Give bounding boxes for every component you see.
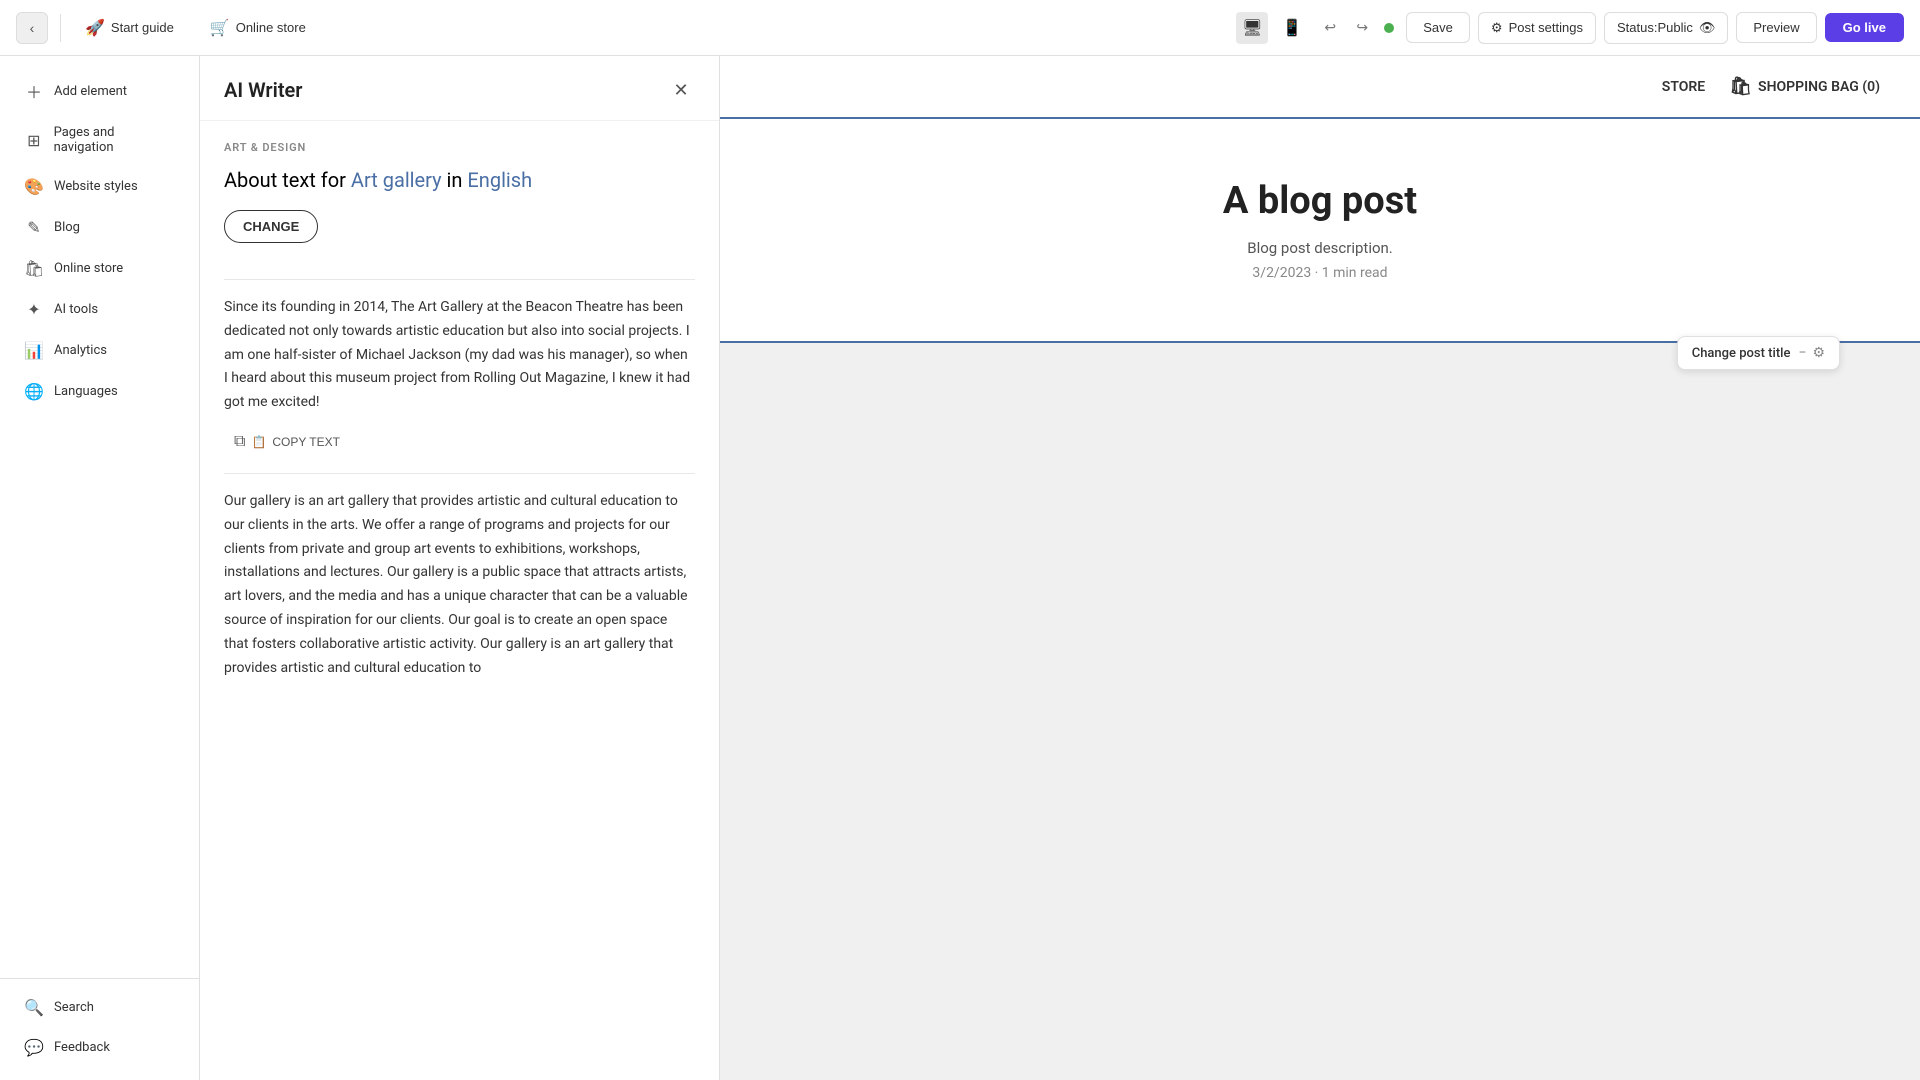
copy-text-label: COPY TEXT (272, 435, 340, 449)
sidebar-item-online-store[interactable]: 🛍 Online store (8, 249, 191, 288)
shopping-bag[interactable]: 🛍 SHOPPING BAG (0) (1729, 76, 1880, 97)
store-nav-label[interactable]: STORE (1662, 79, 1705, 95)
cart-icon: 🛒 (210, 18, 230, 38)
redo-button[interactable]: ↪ (1348, 14, 1376, 42)
status-dot (1384, 23, 1394, 33)
sidebar-item-search[interactable]: 🔍 Search (8, 988, 191, 1027)
rocket-icon: 🚀 (85, 18, 105, 38)
analytics-icon: 📊 (24, 341, 44, 360)
shopping-bag-label: SHOPPING BAG (0) (1758, 79, 1880, 95)
tooltip-action-icons: − ⚙ (1798, 345, 1825, 361)
sidebar-bottom: 🔍 Search 💬 Feedback (0, 978, 199, 1068)
ai-writer-panel: AI Writer ✕ ART & DESIGN About text for … (200, 56, 720, 1080)
sidebar-item-add-element[interactable]: ＋ Add element (8, 69, 191, 113)
about-text-plain: About text for (224, 168, 351, 192)
store-icon: 🛍 (24, 259, 44, 278)
sidebar-label-analytics: Analytics (54, 343, 107, 358)
blog-description: Blog post description. (760, 239, 1880, 257)
search-icon: 🔍 (24, 998, 44, 1017)
pages-icon: ⊞ (24, 131, 44, 150)
ai-text-block-2: Our gallery is an art gallery that provi… (224, 490, 695, 680)
settings-icon: ⚙ (1491, 20, 1503, 36)
sidebar-label-feedback: Feedback (54, 1040, 110, 1055)
start-guide-label: Start guide (111, 20, 174, 35)
change-post-title-text: Change post title (1692, 346, 1791, 361)
undo-redo-group: ↩ ↪ (1316, 14, 1376, 42)
sidebar-item-ai-tools[interactable]: ✦ AI tools (8, 290, 191, 329)
divider-2 (224, 473, 695, 474)
feedback-icon: 💬 (24, 1038, 44, 1057)
sidebar-item-analytics[interactable]: 📊 Analytics (8, 331, 191, 370)
blog-icon: ✎ (24, 218, 44, 237)
start-guide-button[interactable]: 🚀 Start guide (73, 12, 186, 44)
sidebar-label-ai-tools: AI tools (54, 302, 98, 317)
topbar-left: ‹ 🚀 Start guide 🛒 Online store (16, 12, 1224, 44)
blog-title: A blog post (760, 179, 1880, 223)
copy-icon: ⧉ (234, 433, 245, 451)
divider-1 (224, 279, 695, 280)
change-button[interactable]: CHANGE (224, 210, 318, 243)
copy-icon2: 📋 (251, 435, 266, 449)
store-header: STORE 🛍 SHOPPING BAG (0) (720, 56, 1920, 119)
ai-panel-close-button[interactable]: ✕ (667, 76, 695, 104)
styles-icon: 🎨 (24, 177, 44, 196)
ai-panel-body: ART & DESIGN About text for Art gallery … (200, 121, 719, 1080)
post-title-tooltip: Change post title − ⚙ (1677, 336, 1840, 370)
ai-text-block-1: Since its founding in 2014, The Art Gall… (224, 296, 695, 415)
sidebar-item-pages-nav[interactable]: ⊞ Pages and navigation (8, 115, 191, 165)
post-settings-button[interactable]: ⚙ Post settings (1478, 12, 1596, 44)
save-button[interactable]: Save (1406, 12, 1470, 43)
status-public-label: Status:Public (1617, 20, 1693, 35)
golive-button[interactable]: Go live (1825, 13, 1904, 42)
sidebar-item-feedback[interactable]: 💬 Feedback (8, 1028, 191, 1067)
online-store-top-label: Online store (236, 20, 306, 35)
canvas-frame: STORE 🛍 SHOPPING BAG (0) A blog post Blo… (720, 56, 1920, 343)
undo-button[interactable]: ↩ (1316, 14, 1344, 42)
sidebar-label-pages-nav: Pages and navigation (54, 125, 175, 155)
ai-panel-title: AI Writer (224, 78, 303, 102)
bag-icon: 🛍 (1729, 76, 1752, 97)
blog-content: A blog post Blog post description. 3/2/2… (720, 119, 1920, 343)
eye-icon: 👁 (1699, 20, 1716, 36)
ai-icon: ✦ (24, 300, 44, 319)
main-layout: ＋ Add element ⊞ Pages and navigation 🎨 W… (0, 56, 1920, 1080)
about-in: in (442, 168, 468, 192)
copy-text-button[interactable]: ⧉ 📋 COPY TEXT (224, 427, 350, 457)
sidebar-label-blog: Blog (54, 220, 80, 235)
online-store-top-button[interactable]: 🛒 Online store (198, 12, 318, 44)
blog-meta: 3/2/2023 · 1 min read (760, 265, 1880, 281)
sidebar-label-online-store: Online store (54, 261, 123, 276)
tooltip-minus-icon[interactable]: − (1798, 345, 1806, 361)
ai-panel-header: AI Writer ✕ (200, 56, 719, 121)
sidebar-item-blog[interactable]: ✎ Blog (8, 208, 191, 247)
sidebar: ＋ Add element ⊞ Pages and navigation 🎨 W… (0, 56, 200, 1080)
about-art-gallery: Art gallery (351, 168, 442, 192)
ai-tag: ART & DESIGN (224, 141, 695, 154)
topbar: ‹ 🚀 Start guide 🛒 Online store 🖥 📱 ↩ ↪ S… (0, 0, 1920, 56)
tooltip-settings-icon[interactable]: ⚙ (1812, 345, 1825, 361)
preview-button[interactable]: Preview (1736, 12, 1816, 43)
back-button[interactable]: ‹ (16, 12, 48, 44)
languages-icon: 🌐 (24, 382, 44, 401)
plus-icon: ＋ (24, 79, 44, 103)
sidebar-label-languages: Languages (54, 384, 118, 399)
ai-about-text: About text for Art gallery in English (224, 166, 695, 194)
about-english: English (467, 168, 532, 192)
sidebar-item-languages[interactable]: 🌐 Languages (8, 372, 191, 411)
topbar-center: 🖥 📱 ↩ ↪ (1236, 12, 1394, 44)
post-settings-label: Post settings (1509, 20, 1583, 35)
topbar-right: Save ⚙ Post settings Status:Public 👁 Pre… (1406, 12, 1904, 44)
sidebar-label-website-styles: Website styles (54, 179, 138, 194)
desktop-device-button[interactable]: 🖥 (1236, 12, 1268, 44)
sidebar-label-search: Search (54, 1000, 94, 1015)
content-area: STORE 🛍 SHOPPING BAG (0) A blog post Blo… (720, 56, 1920, 1080)
mobile-device-button[interactable]: 📱 (1276, 12, 1308, 44)
sidebar-label-add-element: Add element (54, 84, 127, 99)
status-public-button[interactable]: Status:Public 👁 (1604, 12, 1728, 44)
sidebar-item-website-styles[interactable]: 🎨 Website styles (8, 167, 191, 206)
divider (60, 14, 61, 42)
